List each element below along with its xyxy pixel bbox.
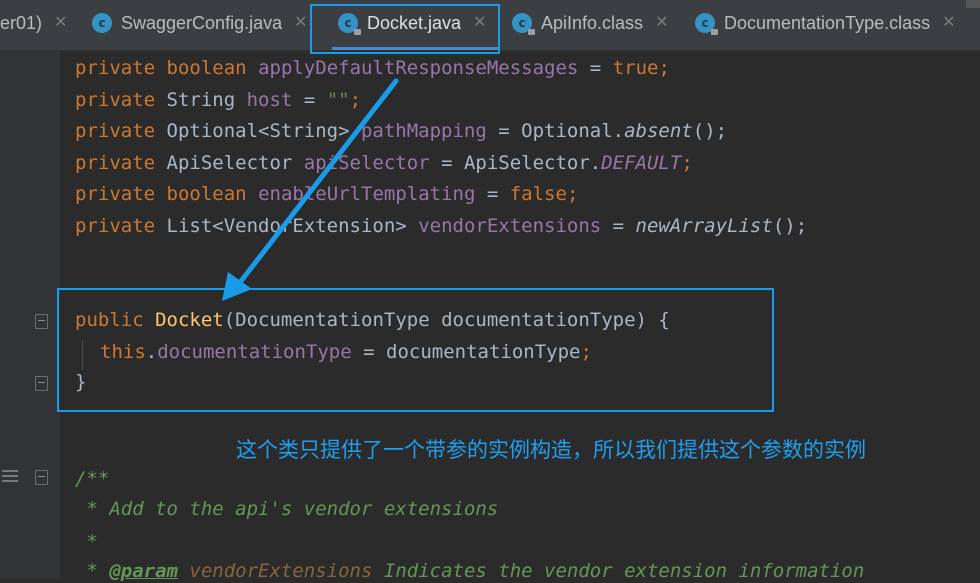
annotation-arrow bbox=[222, 78, 399, 301]
annotation-text: 这个类只提供了一个带参的实例构造，所以我们提供这个参数的实例 bbox=[236, 438, 866, 462]
arrow-shaft bbox=[235, 78, 399, 288]
